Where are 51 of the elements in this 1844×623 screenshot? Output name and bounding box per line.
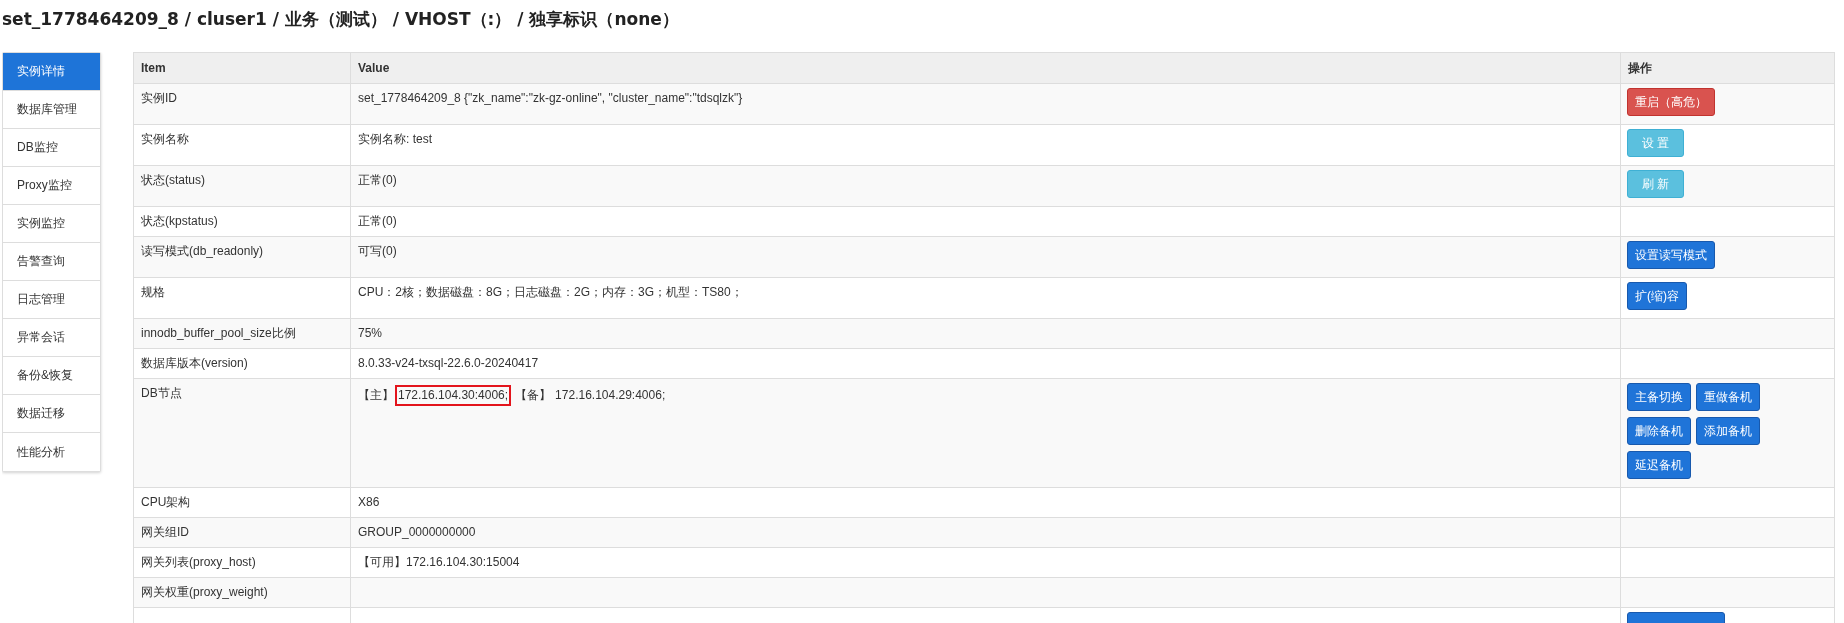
table-cell: 实例ID	[133, 83, 351, 125]
action-button[interactable]: 延迟备机	[1627, 451, 1691, 479]
sidebar-item[interactable]: 日志管理	[3, 281, 100, 319]
action-button[interactable]: 扩(缩)容	[1627, 282, 1687, 310]
table-cell: innodb_buffer_pool_size比例	[133, 318, 351, 349]
sidebar-item[interactable]: 性能分析	[3, 433, 100, 471]
sidebar-item[interactable]: Proxy监控	[3, 167, 100, 205]
sidebar-item[interactable]: 实例详情	[3, 53, 100, 91]
table-cell: 正常(0)	[350, 165, 1621, 207]
table-cell: 网关列表(proxy_host)	[133, 547, 351, 578]
node-role: 【备】	[515, 387, 552, 404]
sidebar-item[interactable]: 告警查询	[3, 243, 100, 281]
action-button[interactable]: 重启（高危）	[1627, 88, 1715, 116]
column-header: Value	[350, 52, 1621, 84]
table-cell: 数据库版本(version)	[133, 348, 351, 379]
sidebar-item[interactable]: 实例监控	[3, 205, 100, 243]
sidebar-item[interactable]: DB监控	[3, 129, 100, 167]
sidebar-item[interactable]: 数据迁移	[3, 395, 100, 433]
action-button[interactable]: 设置读写模式	[1627, 241, 1715, 269]
sidebar-item[interactable]: 数据库管理	[3, 91, 100, 129]
node-address: 172.16.104.29:4006;	[554, 387, 667, 404]
table-cell: X86	[350, 487, 1621, 518]
action-button[interactable]: 添加备机	[1696, 417, 1760, 445]
sidebar-item[interactable]: 备份&恢复	[3, 357, 100, 395]
table-cell: set_1778464209_8 {"zk_name":"zk-gz-online", "cluster_name":"tdsqlzk"}	[350, 83, 1621, 125]
table-cell: CPU架构	[133, 487, 351, 518]
table-cell: 状态(kpstatus)	[133, 206, 351, 237]
table-cell: 实例名称	[133, 124, 351, 166]
action-button[interactable]: 重做备机	[1696, 383, 1760, 411]
sidebar-item[interactable]: 异常会话	[3, 319, 100, 357]
table-cell: CPU：2核；数据磁盘：8G；日志磁盘：2G；内存：3G；机型：TS80；	[350, 277, 1621, 319]
table-cell: 读写模式(db_readonly)	[133, 236, 351, 278]
table-cell: 网关权重(proxy_weight)	[133, 577, 351, 608]
table-cell: 正常(0)	[350, 206, 1621, 237]
action-button[interactable]: 主备切换	[1627, 383, 1691, 411]
node-role: 【主】	[358, 387, 394, 404]
table-cell: GROUP_0000000000	[350, 517, 1621, 548]
column-header: 操作	[1620, 52, 1835, 84]
table-cell: 可写(0)	[350, 236, 1621, 278]
column-header: Item	[133, 52, 351, 84]
table-cell: 实例名称: test	[350, 124, 1621, 166]
table-cell: DB节点	[133, 378, 351, 488]
table-cell: 【可用】172.16.104.30:15004	[350, 547, 1621, 578]
table-cell: 8.0.33-v24-txsql-22.6.0-20240417	[350, 348, 1621, 379]
table-cell: 规格	[133, 277, 351, 319]
page-title: set_1778464209_8 / cluser1 / 业务（测试） / VHOST（:） / 独享标识（none）	[2, 8, 680, 31]
node-address: 172.16.104.30:4006;	[395, 385, 512, 406]
action-button[interactable]: 删除备机	[1627, 417, 1691, 445]
table-cell: 75%	[350, 318, 1621, 349]
table-cell: 网关组ID	[133, 517, 351, 548]
table-cell: 状态(status)	[133, 165, 351, 207]
